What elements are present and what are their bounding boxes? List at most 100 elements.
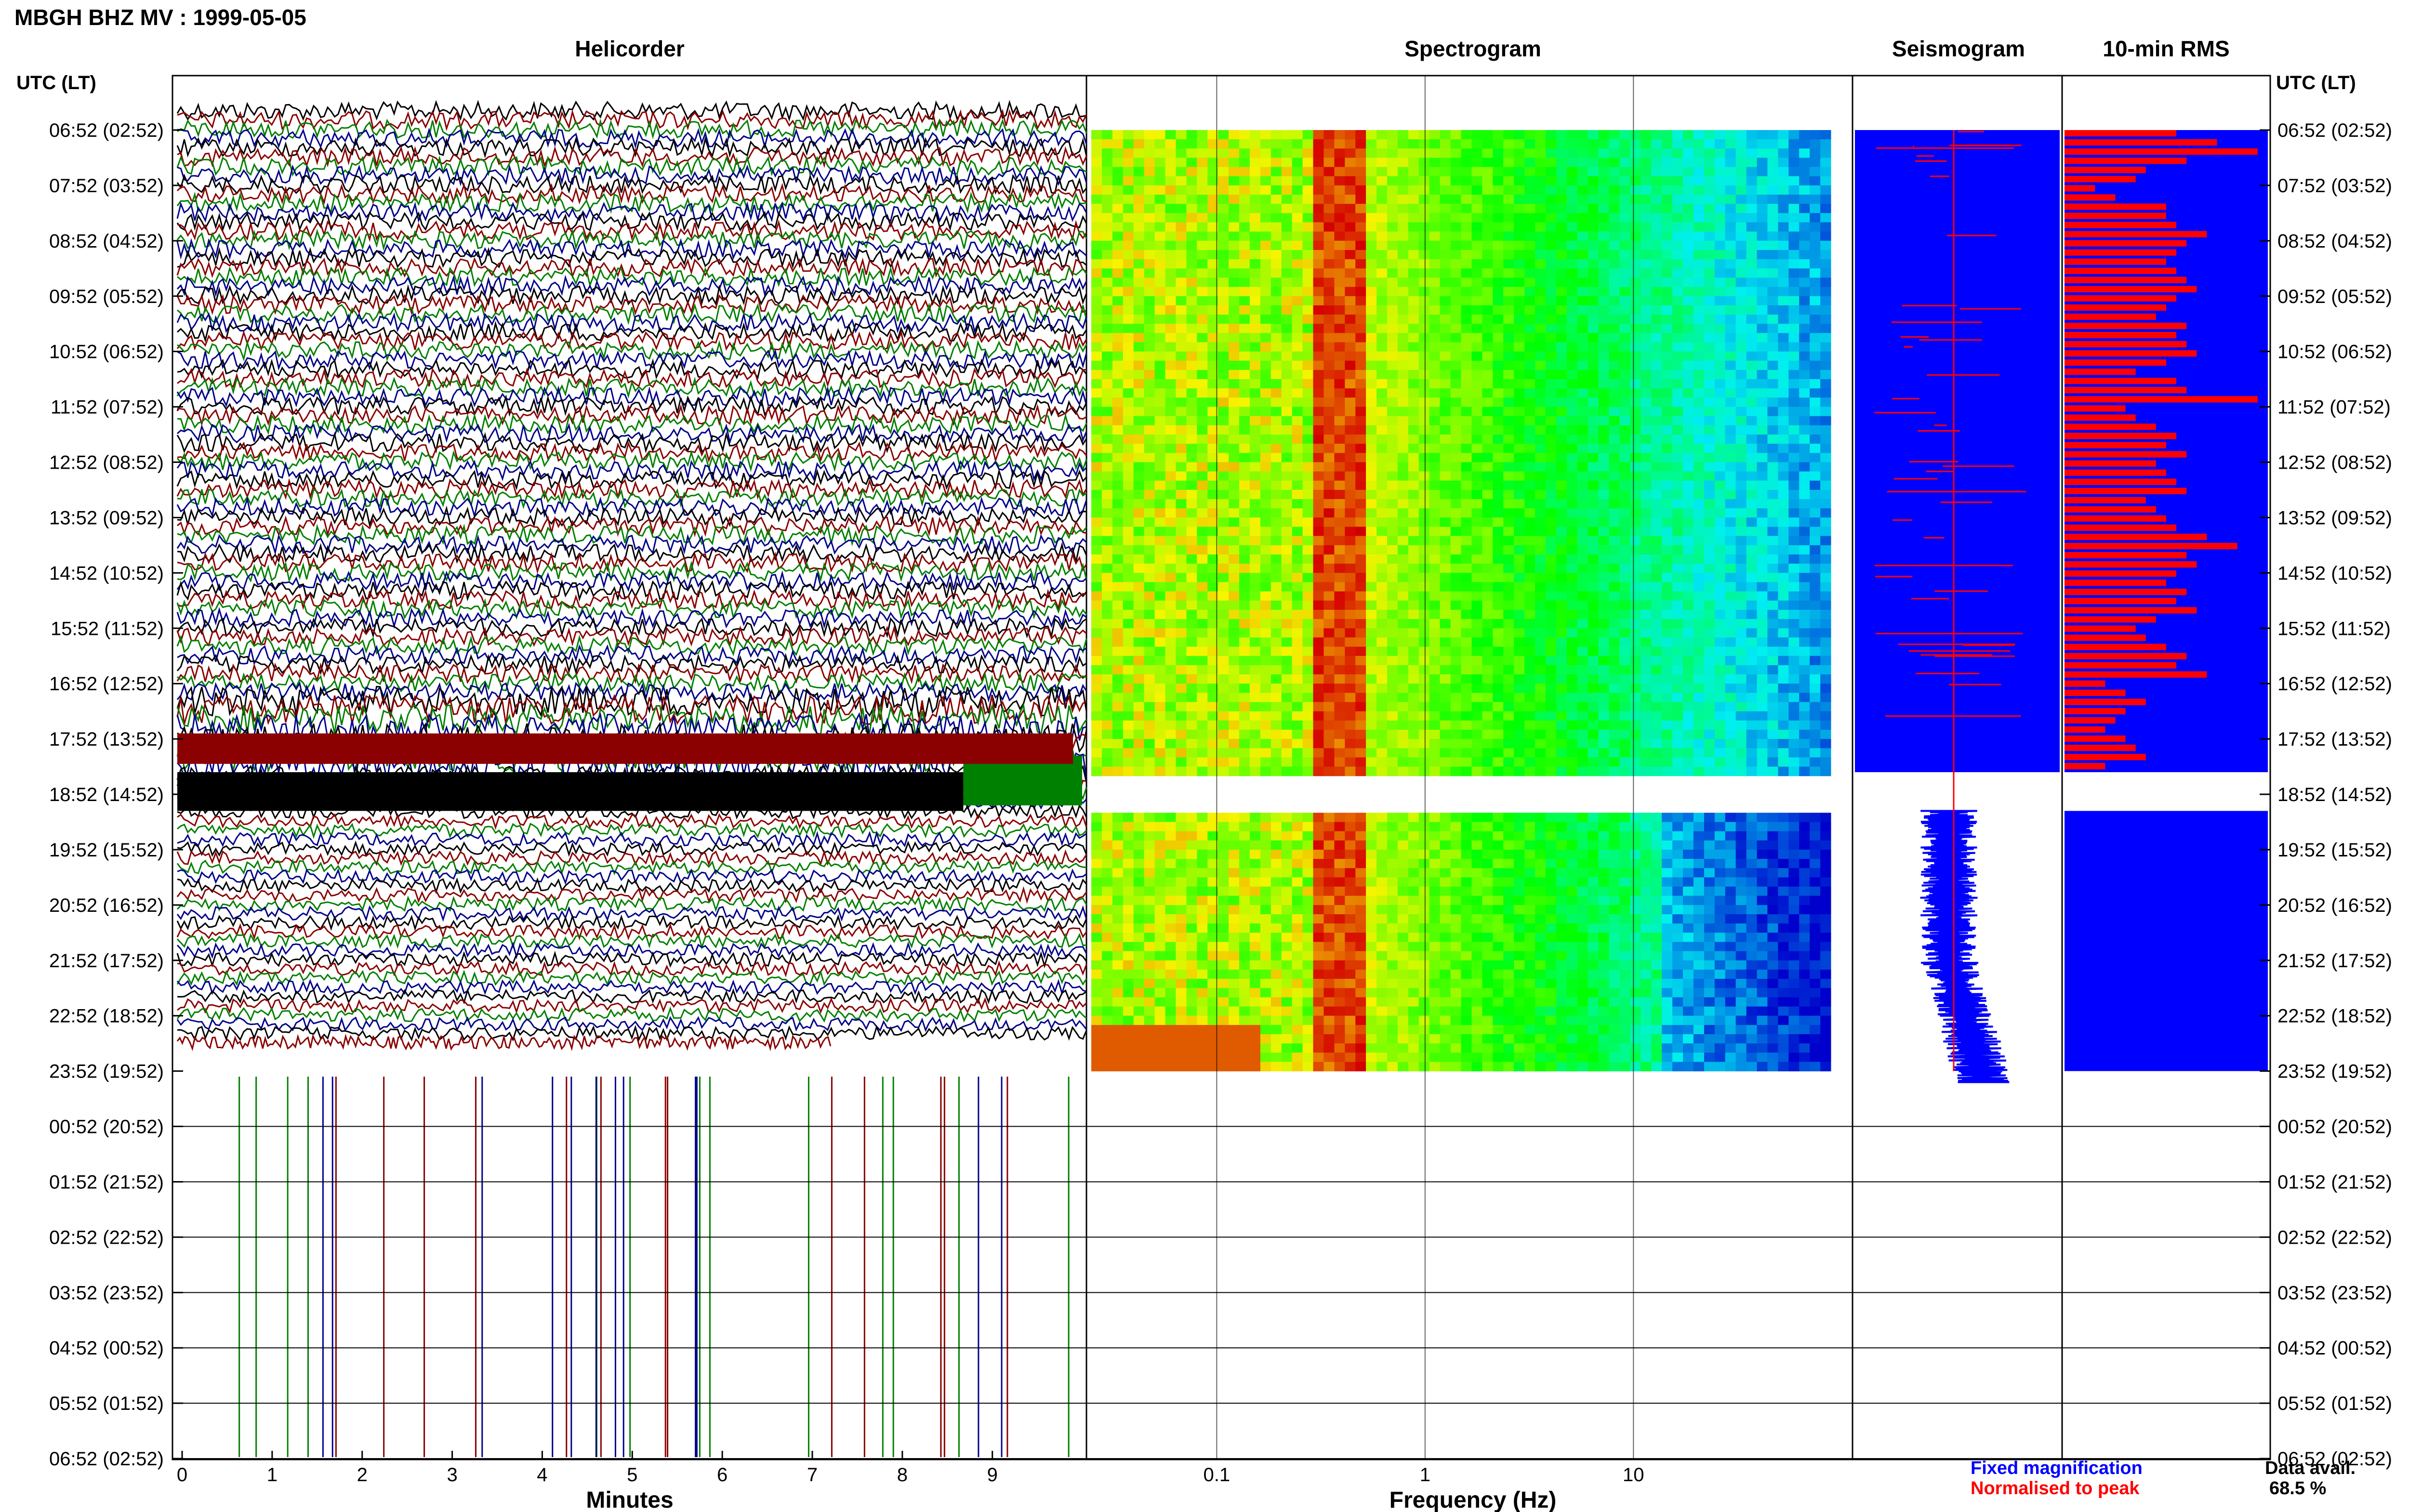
spectrogram-cell	[1154, 536, 1165, 546]
spectrogram-cell	[1588, 213, 1599, 223]
spectrogram-cell	[1482, 545, 1493, 555]
spectrogram-cell	[1609, 637, 1620, 647]
spectrogram-cell	[1514, 591, 1525, 601]
spectrogram-cell	[1302, 277, 1313, 288]
spectrogram-cell	[1186, 490, 1197, 500]
spectrogram-cell	[1757, 526, 1768, 537]
spectrogram-cell	[1662, 360, 1673, 370]
spectrogram-cell	[1471, 231, 1482, 241]
spectrogram-cell	[1144, 517, 1155, 527]
spectrogram-cell	[1377, 480, 1388, 490]
spectrogram-cell	[1313, 315, 1324, 324]
spectrogram-cell	[1133, 333, 1145, 343]
spectrogram-cell	[1281, 130, 1293, 140]
spectrogram-cell	[1619, 610, 1630, 619]
spectrogram-cell	[1281, 582, 1293, 592]
spectrogram-cell	[1630, 656, 1641, 666]
spectrogram-cell	[1377, 564, 1388, 573]
spectrogram-cell	[1450, 167, 1461, 177]
spectrogram-cell	[1662, 351, 1673, 361]
spectrogram-cell	[1598, 370, 1609, 380]
spectrogram-cell	[1545, 573, 1557, 583]
spectrogram-cell	[1334, 388, 1345, 398]
spectrogram-cell	[1503, 730, 1514, 739]
spectrogram-cell	[1820, 711, 1831, 721]
spectrogram-cell	[1588, 564, 1599, 573]
spectrogram-cell	[1123, 628, 1134, 638]
spectrogram-cell	[1535, 665, 1546, 675]
spectrogram-cell	[1313, 416, 1324, 426]
spectrogram-cell	[1429, 158, 1441, 168]
spectrogram-cell	[1440, 379, 1451, 389]
spectrogram-cell	[1746, 379, 1757, 389]
spectrogram-cell	[1767, 324, 1778, 333]
spectrogram-cell	[1302, 148, 1313, 158]
spectrogram-cell	[1683, 416, 1694, 426]
spectrogram-cell	[1112, 766, 1124, 776]
spectrogram-cell	[1292, 471, 1303, 481]
spectrogram-cell	[1767, 684, 1778, 693]
spectrogram-cell	[1144, 333, 1155, 343]
spectrogram-cell	[1154, 296, 1165, 306]
spectrogram-cell	[1714, 379, 1726, 389]
spectrogram-cell	[1397, 333, 1409, 343]
spectrogram-cell	[1186, 711, 1197, 721]
spectrogram-cell	[1197, 240, 1208, 250]
spectrogram-cell	[1577, 619, 1588, 629]
spectrogram-cell	[1788, 600, 1800, 610]
spectrogram-cell	[1641, 637, 1652, 647]
spectrogram-cell	[1302, 388, 1313, 398]
spectrogram-cell	[1186, 628, 1197, 638]
spectrogram-cell	[1735, 277, 1747, 288]
spectrogram-cell	[1598, 167, 1609, 177]
spectrogram-cell	[1101, 702, 1113, 712]
spectrogram-cell	[1514, 268, 1525, 278]
spectrogram-cell	[1662, 490, 1673, 500]
spectrogram-cell	[1154, 268, 1165, 278]
spectrogram-cell	[1767, 425, 1778, 435]
spectrogram-cell	[1630, 471, 1641, 481]
spectrogram-cell	[1767, 471, 1778, 481]
spectrogram-cell	[1345, 158, 1356, 168]
spectrogram-cell	[1292, 185, 1303, 195]
spectrogram-cell	[1091, 397, 1102, 408]
spectrogram-cell	[1418, 665, 1430, 675]
spectrogram-cell	[1440, 545, 1451, 555]
spectrogram-cell	[1514, 610, 1525, 619]
spectrogram-cell	[1091, 480, 1102, 490]
spectrogram-cell	[1397, 222, 1409, 232]
spectrogram-cell	[1281, 360, 1293, 370]
spectrogram-cell	[1408, 545, 1419, 555]
spectrogram-cell	[1609, 195, 1620, 204]
spectrogram-cell	[1197, 536, 1208, 546]
spectrogram-cell	[1746, 222, 1757, 232]
spectrogram-cell	[1249, 600, 1261, 610]
spectrogram-cell	[1101, 720, 1113, 730]
spectrogram-cell	[1186, 370, 1197, 380]
spectrogram-cell	[1524, 204, 1535, 213]
spectrogram-cell	[1609, 213, 1620, 223]
spectrogram-cell	[1820, 305, 1831, 315]
spectrogram-cell	[1229, 693, 1240, 703]
spectrogram-cell	[1249, 444, 1261, 453]
spectrogram-cell	[1249, 711, 1261, 721]
spectrogram-cell	[1693, 545, 1705, 555]
spectrogram-cell	[1313, 167, 1324, 177]
spectrogram-cell	[1397, 250, 1409, 260]
spectrogram-cell	[1735, 231, 1747, 241]
spectrogram-cell	[1133, 471, 1145, 481]
spectrogram-cell	[1524, 342, 1535, 352]
spectrogram-cell	[1461, 526, 1472, 537]
spectrogram-cell	[1186, 508, 1197, 518]
spectrogram-cell	[1735, 148, 1747, 158]
spectrogram-cell	[1355, 646, 1366, 657]
spectrogram-cell	[1302, 536, 1313, 546]
spectrogram-cell	[1176, 185, 1187, 195]
spectrogram-cell	[1345, 167, 1356, 177]
spectrogram-cell	[1693, 674, 1705, 684]
spectrogram-cell	[1545, 610, 1557, 619]
spectrogram-cell	[1514, 333, 1525, 343]
spectrogram-cell	[1176, 324, 1187, 333]
spectrogram-cell	[1588, 665, 1599, 675]
spectrogram-cell	[1165, 665, 1176, 675]
